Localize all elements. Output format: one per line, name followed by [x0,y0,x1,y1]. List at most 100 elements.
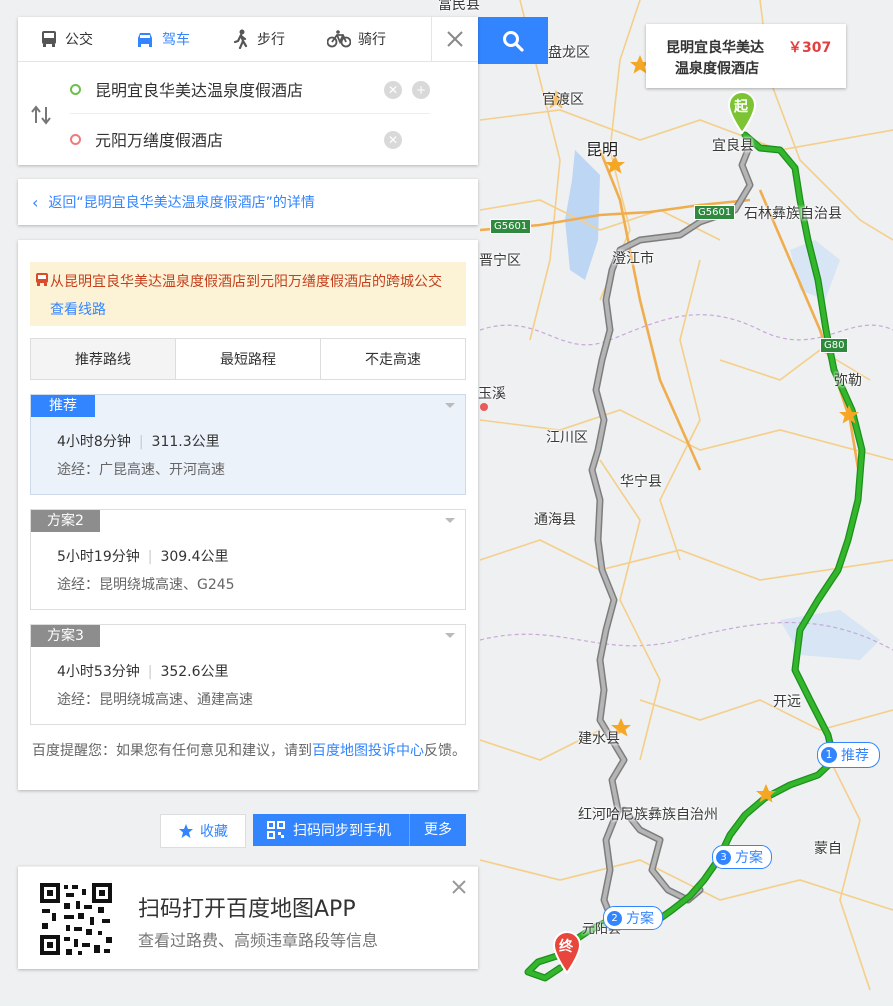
swap-icon [31,105,51,125]
route-tag-number: 3 [716,849,731,865]
map-label-jinning: 晋宁区 [479,253,521,269]
chevron-down-icon[interactable] [445,633,455,638]
map-label-chengjiang: 澄江市 [612,251,654,267]
destination-field[interactable]: 元阳万缮度假酒店 [70,115,430,163]
route-preference-tabs: 推荐路线 最短路程 不走高速 [30,338,466,380]
sync-to-phone-button[interactable]: 扫码同步到手机 更多 [253,814,466,846]
map-label-panlong: 盘龙区 [548,45,590,61]
map-label-jiangchuan: 江川区 [546,430,588,446]
tab-no-highway[interactable]: 不走高速 [321,339,465,379]
route-card-recommended[interactable]: 推荐 4小时8分钟 | 311.3公里 途经：广昆高速、开河高速 [30,394,466,495]
destination-value: 元阳万缮度假酒店 [95,131,224,150]
highway-shield-g5601: G5601 [694,205,736,220]
add-waypoint-button[interactable]: + [412,81,430,99]
map-label-kunming: 昆明 [586,140,619,159]
origin-field[interactable]: 昆明宜良华美达温泉度假酒店 [70,65,430,114]
highway-shield-g80: G80 [820,338,849,353]
bike-icon [327,30,351,48]
hotel-price: ￥307 [788,40,832,56]
highway-shield-g5601: G5601 [490,219,532,234]
walk-icon [233,29,248,49]
tab-recommended[interactable]: 推荐路线 [31,339,176,379]
route-tag-number: 1 [821,747,837,763]
route-distance: 309.4公里 [160,549,229,565]
favorite-button[interactable]: 收藏 [160,814,246,848]
hotel-price-callout[interactable]: 昆明宜良华美达 ￥307 温泉度假酒店 [646,24,846,88]
route-duration: 4小时53分钟 [57,664,140,680]
tab-shortest[interactable]: 最短路程 [176,339,321,379]
mode-car-label: 驾车 [162,32,190,48]
mode-bus[interactable]: 公交 [18,17,113,61]
hotel-name-line2: 温泉度假酒店 [675,61,759,77]
route-badge: 方案3 [31,625,100,647]
route-via: 途经：昆明绕城高速、通建高速 [57,692,253,708]
app-promo-card: 扫码打开百度地图APP 查看过路费、高频违章路段等信息 [18,866,478,969]
route-duration: 4小时8分钟 [57,434,131,450]
sync-label: 扫码同步到手机 [293,823,391,839]
complaint-center-link[interactable]: 百度地图投诉中心 [312,743,424,759]
route-via: 途经：广昆高速、开河高速 [57,462,225,478]
feedback-note: 百度提醒您：如果您有任何意见和建议，请到百度地图投诉中心反馈。 [32,739,466,764]
route-results-panel: 从昆明宜良华美达温泉度假酒店到元阳万缮度假酒店的跨城公交 查看线路 推荐路线 最… [18,240,478,848]
feedback-suffix: 反馈。 [424,743,466,759]
map-label-yiliang: 宜良县 [712,138,754,154]
map-label-yuxi: 玉溪 [478,386,506,402]
star-icon [179,824,193,838]
car-icon [138,33,152,47]
destination-dot-icon [70,133,81,145]
swap-button[interactable] [30,105,52,129]
route-tag-label: 推荐 [841,748,869,764]
back-link-bar: ‹ 返回“昆明宜良华美达温泉度假酒店”的详情 [18,179,478,225]
close-icon [452,880,466,894]
route-tag-label: 方案 [626,911,654,927]
close-button[interactable] [431,17,478,61]
mode-bus-label: 公交 [65,32,93,48]
mode-walk-label: 步行 [257,32,285,48]
mode-bike-label: 骑行 [358,32,386,48]
qr-scan-icon [267,821,285,839]
chevron-left-icon: ‹ [32,192,39,212]
clear-destination-button[interactable]: ✕ [384,131,402,149]
map-label-honghe: 红河哈尼族彝族自治州 [578,807,718,823]
start-pin[interactable]: 起 [727,90,757,135]
map-label-tonghai: 通海县 [534,512,576,528]
route-card-plan2[interactable]: 方案2 5小时19分钟 | 309.4公里 途经：昆明绕城高速、G245 [30,509,466,610]
end-pin-label: 终 [559,939,573,955]
mode-bike[interactable]: 骑行 [305,17,406,61]
more-button[interactable]: 更多 [409,814,466,846]
map-label-mile: 弥勒 [834,373,862,389]
map-label-mengzi: 蒙自 [814,841,842,857]
view-bus-link[interactable]: 查看线路 [50,302,106,318]
route-badge: 方案2 [31,510,100,532]
travel-mode-bar: 公交 驾车 步行 骑行 [18,17,478,62]
route-distance: 352.6公里 [160,664,229,680]
feedback-prefix: 百度提醒您：如果您有任何意见和建议，请到 [32,743,312,759]
favorite-label: 收藏 [200,824,228,840]
mode-walk[interactable]: 步行 [210,17,305,61]
origin-value: 昆明宜良华美达温泉度假酒店 [95,81,304,100]
close-icon [447,31,463,47]
map-label-jianshui: 建水县 [578,731,620,747]
app-promo-title: 扫码打开百度地图APP [138,897,356,922]
route-tag-plan2[interactable]: 2 方案 [603,906,663,930]
route-search-box: 公交 驾车 步行 骑行 昆明宜良华美达温泉度假酒店 ✕ + 元阳万缮度假酒店 ✕ [18,17,478,165]
bus-alert-icon [36,273,48,286]
bus-notice: 从昆明宜良华美达温泉度假酒店到元阳万缮度假酒店的跨城公交 查看线路 [30,262,466,326]
back-to-detail-link[interactable]: 返回“昆明宜良华美达温泉度假酒店”的详情 [48,192,315,212]
qr-code-icon[interactable] [38,881,114,957]
mode-car[interactable]: 驾车 [113,17,210,61]
clear-origin-button[interactable]: ✕ [384,81,402,99]
chevron-down-icon[interactable] [445,518,455,523]
bus-icon [42,31,56,47]
route-card-plan3[interactable]: 方案3 4小时53分钟 | 352.6公里 途经：昆明绕城高速、通建高速 [30,624,466,725]
end-pin[interactable]: 终 [552,930,582,975]
bus-notice-text: 从昆明宜良华美达温泉度假酒店到元阳万缮度假酒店的跨城公交 [50,274,442,290]
route-duration: 5小时19分钟 [57,549,140,565]
search-icon [503,30,524,52]
chevron-down-icon[interactable] [445,403,455,408]
route-tag-plan3[interactable]: 3 方案 [712,845,772,869]
search-button[interactable] [478,17,548,64]
promo-close-button[interactable] [452,879,466,898]
route-tag-recommended[interactable]: 1 推荐 [817,742,880,768]
map-label-kaiyuan: 开远 [773,694,801,710]
